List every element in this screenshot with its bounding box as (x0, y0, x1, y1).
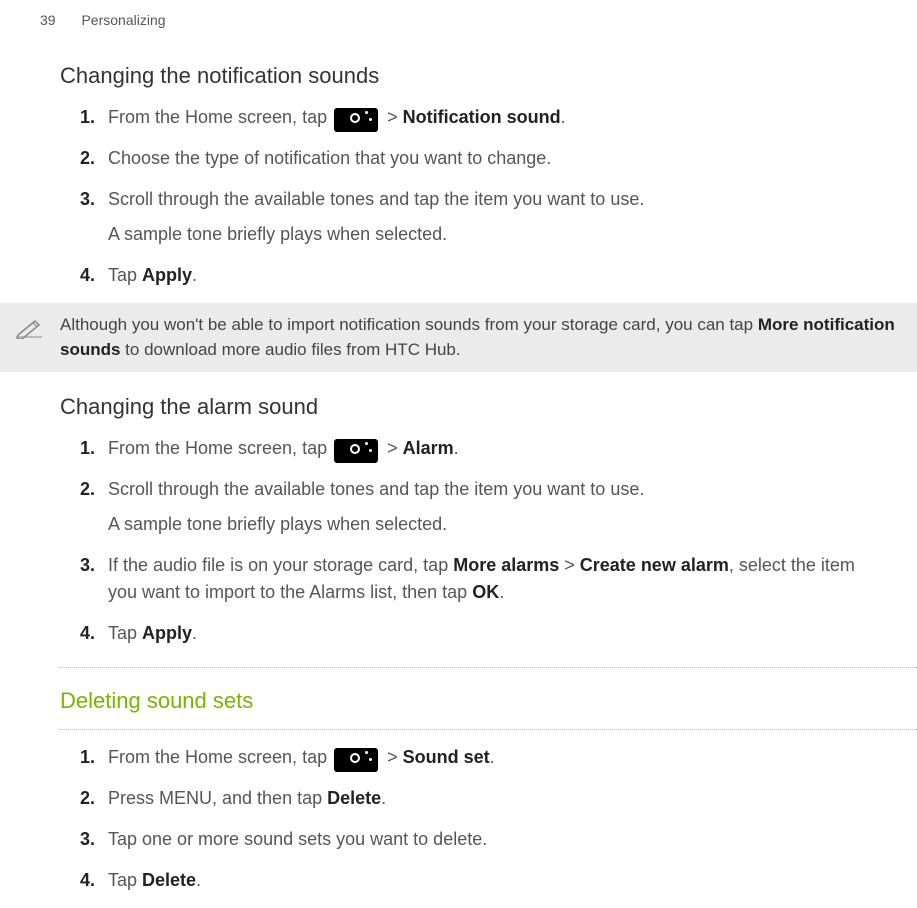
step-followup: A sample tone briefly plays when selecte… (108, 221, 887, 248)
section-heading-alarm-sound: Changing the alarm sound (60, 390, 887, 423)
step-number: 2. (80, 145, 95, 172)
step-tail: . (192, 265, 197, 285)
step-number: 1. (80, 104, 95, 131)
step-tail: . (561, 107, 566, 127)
list-item: 2. Press MENU, and then tap Delete. (108, 785, 887, 812)
step-followup: A sample tone briefly plays when selecte… (108, 511, 887, 538)
list-item: 3. Scroll through the available tones an… (108, 186, 887, 248)
step-number: 4. (80, 262, 95, 289)
apply-label: Apply (142, 623, 192, 643)
alarm-label: Alarm (403, 438, 454, 458)
step-text: If the audio file is on your storage car… (108, 555, 453, 575)
step-number: 3. (80, 552, 95, 579)
step-text: Scroll through the available tones and t… (108, 479, 644, 499)
steps-list-delete: 1. From the Home screen, tap > Sound set… (60, 744, 887, 894)
note-box: Although you won't be able to import not… (0, 303, 917, 372)
page-number: 39 (40, 10, 56, 31)
step-text: Tap (108, 265, 142, 285)
list-item: 3. Tap one or more sound sets you want t… (108, 826, 887, 853)
create-new-alarm-label: Create new alarm (580, 555, 729, 575)
delete-label: Delete (327, 788, 381, 808)
step-tail: . (490, 747, 495, 767)
chapter-name: Personalizing (81, 12, 165, 28)
personalize-icon (334, 748, 378, 772)
page-header: 39 Personalizing (0, 0, 917, 31)
steps-list-alarm: 1. From the Home screen, tap > Alarm. 2.… (60, 435, 887, 647)
section-heading-notification-sounds: Changing the notification sounds (60, 59, 887, 92)
section-heading-deleting-sound-sets-wrap: Deleting sound sets (60, 667, 917, 730)
list-item: 4. Tap Delete. (108, 867, 887, 894)
step-sep: > (382, 438, 403, 458)
step-number: 2. (80, 785, 95, 812)
section-heading-deleting-sound-sets: Deleting sound sets (60, 684, 917, 717)
note-text-tail: to download more audio files from HTC Hu… (120, 340, 460, 359)
step-tail: . (381, 788, 386, 808)
step-tail: . (192, 623, 197, 643)
step-number: 3. (80, 186, 95, 213)
list-item: 2. Choose the type of notification that … (108, 145, 887, 172)
step-number: 4. (80, 620, 95, 647)
personalize-icon (334, 108, 378, 132)
list-item: 1. From the Home screen, tap > Sound set… (108, 744, 887, 771)
notification-sound-label: Notification sound (403, 107, 561, 127)
step-text: Tap (108, 870, 142, 890)
apply-label: Apply (142, 265, 192, 285)
step-number: 2. (80, 476, 95, 503)
list-item: 1. From the Home screen, tap > Notificat… (108, 104, 887, 131)
step-tail: . (499, 582, 504, 602)
step-number: 4. (80, 867, 95, 894)
list-item: 4. Tap Apply. (108, 262, 887, 289)
step-sep: > (382, 747, 403, 767)
step-text: From the Home screen, tap (108, 438, 332, 458)
step-text: Tap one or more sound sets you want to d… (108, 829, 487, 849)
step-text: From the Home screen, tap (108, 107, 332, 127)
step-text: Tap (108, 623, 142, 643)
note-text-pre: Although you won't be able to import not… (60, 315, 758, 334)
list-item: 4. Tap Apply. (108, 620, 887, 647)
steps-list-notification: 1. From the Home screen, tap > Notificat… (60, 104, 887, 289)
step-tail: . (196, 870, 201, 890)
pencil-icon (15, 317, 43, 347)
step-mid1: > (559, 555, 580, 575)
step-text: Choose the type of notification that you… (108, 148, 551, 168)
sound-set-label: Sound set (403, 747, 490, 767)
more-alarms-label: More alarms (453, 555, 559, 575)
personalize-icon (334, 439, 378, 463)
list-item: 2. Scroll through the available tones an… (108, 476, 887, 538)
list-item: 3. If the audio file is on your storage … (108, 552, 887, 606)
step-tail: . (454, 438, 459, 458)
list-item: 1. From the Home screen, tap > Alarm. (108, 435, 887, 462)
step-text: From the Home screen, tap (108, 747, 332, 767)
step-text: Scroll through the available tones and t… (108, 189, 644, 209)
step-text: Press MENU, and then tap (108, 788, 327, 808)
step-sep: > (382, 107, 403, 127)
ok-label: OK (472, 582, 499, 602)
step-number: 1. (80, 744, 95, 771)
step-number: 1. (80, 435, 95, 462)
step-number: 3. (80, 826, 95, 853)
delete-label: Delete (142, 870, 196, 890)
